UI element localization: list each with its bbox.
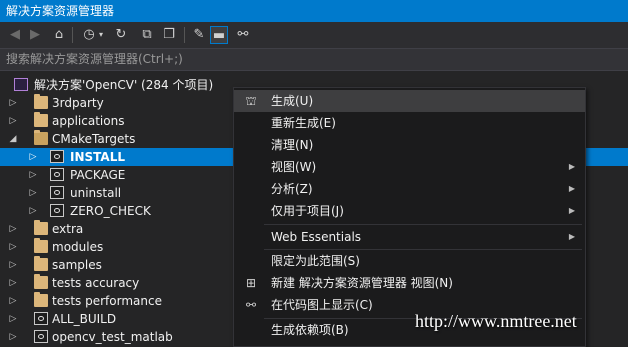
menu-item-label: Web Essentials (271, 230, 362, 244)
preview-icon[interactable]: ▬ (210, 26, 228, 44)
expand-arrow-icon[interactable]: ▷ (8, 94, 18, 112)
menu-item-rebuild[interactable]: 重新生成(E) (234, 112, 585, 134)
expand-arrow-icon[interactable]: ▷ (28, 148, 38, 166)
menu-item-label: 重新生成(E) (271, 116, 336, 130)
folder-icon (34, 94, 48, 109)
expand-arrow-icon[interactable]: ▷ (8, 310, 18, 328)
menu-item-clean[interactable]: 清理(N) (234, 134, 585, 156)
tree-item-label: tests accuracy (52, 276, 140, 290)
dropdown-icon[interactable]: ▾ (96, 26, 106, 44)
expand-arrow-icon[interactable]: ▷ (8, 292, 18, 310)
expand-arrow-icon[interactable]: ▷ (8, 238, 18, 256)
submenu-arrow-icon: ▶ (568, 232, 575, 241)
menu-item-label: 仅用于项目(J) (271, 204, 344, 218)
project-icon (34, 312, 48, 325)
tree-item-label: tests performance (52, 294, 162, 308)
menu-item-view[interactable]: 视图(W) ▶ (234, 156, 585, 178)
collapse-arrow-icon[interactable]: ◢ (8, 130, 18, 148)
tree-item-label: applications (52, 114, 125, 128)
code-map-icon: ⚯ (245, 298, 257, 312)
menu-item-label: 生成依赖项(B) (271, 323, 349, 337)
menu-item-new-view[interactable]: ⊞ 新建 解决方案资源管理器 视图(N) (234, 272, 585, 294)
tree-item-label: ZERO_CHECK (70, 204, 151, 218)
expand-arrow-icon[interactable]: ▷ (8, 328, 18, 346)
expand-arrow-icon[interactable]: ▷ (28, 202, 38, 220)
properties-icon[interactable]: ✎ (190, 26, 208, 44)
solution-label: 解决方案'OpenCV' (284 个项目) (34, 78, 214, 92)
expand-arrow-icon[interactable]: ▷ (28, 184, 38, 202)
tree-item-label: INSTALL (70, 150, 125, 164)
folder-icon (34, 238, 48, 253)
class-view-icon[interactable]: ⚯ (234, 26, 252, 44)
build-icon: ⛫ (245, 94, 257, 108)
home-icon[interactable]: ⌂ (50, 26, 68, 44)
menu-item-label: 在代码图上显示(C) (271, 298, 373, 312)
expand-arrow-icon[interactable]: ▷ (8, 256, 18, 274)
project-icon (50, 168, 64, 181)
folder-icon (34, 112, 48, 127)
submenu-arrow-icon: ▶ (568, 184, 575, 193)
tree-item-label: opencv_test_matlab (52, 330, 173, 344)
toolbar-separator (72, 27, 73, 43)
submenu-arrow-icon: ▶ (568, 162, 575, 171)
back-icon[interactable]: ◀ (6, 26, 24, 44)
folder-icon (34, 256, 48, 271)
show-all-files-icon[interactable]: ❐ (160, 26, 178, 44)
menu-item-label: 限定为此范围(S) (271, 254, 360, 268)
menu-item-build[interactable]: ⛫ 生成(U) (234, 90, 585, 112)
tree-item-label: 3rdparty (52, 96, 104, 110)
tree-item-label: ALL_BUILD (52, 312, 117, 326)
tree-item-label: uninstall (70, 186, 122, 200)
expand-arrow-icon[interactable]: ▷ (8, 274, 18, 292)
project-icon (50, 186, 64, 199)
menu-item-label: 视图(W) (271, 160, 317, 174)
folder-icon (34, 220, 48, 235)
folder-open-icon (34, 130, 48, 145)
watermark: http://www.nmtree.net (415, 311, 577, 331)
submenu-arrow-icon: ▶ (568, 206, 575, 215)
project-icon (34, 330, 48, 343)
folder-icon (34, 274, 48, 289)
menu-item-label: 分析(Z) (271, 182, 313, 196)
menu-item-scope-to-this[interactable]: 限定为此范围(S) (234, 250, 585, 272)
tree-item-label: extra (52, 222, 84, 236)
menu-item-web-essentials[interactable]: Web Essentials ▶ (234, 226, 585, 248)
menu-item-project-only[interactable]: 仅用于项目(J) ▶ (234, 200, 585, 222)
window-title: 解决方案资源管理器 (0, 0, 628, 22)
search-input[interactable]: 搜索解决方案资源管理器(Ctrl+;) (0, 49, 628, 71)
menu-item-label: 清理(N) (271, 138, 314, 152)
context-menu: ⛫ 生成(U) 重新生成(E) 清理(N) 视图(W) ▶ 分析(Z) ▶ 仅用… (233, 87, 586, 347)
expand-arrow-icon[interactable]: ▷ (28, 166, 38, 184)
toolbar: ◀ ▶ ⌂ ◷ ▾ ↻ ⧉ ❐ ✎ ▬ ⚯ (0, 22, 628, 49)
project-icon (50, 150, 64, 163)
expand-arrow-icon[interactable]: ▷ (8, 112, 18, 130)
collapse-all-icon[interactable]: ⧉ (138, 26, 156, 44)
tree-item-label: modules (52, 240, 104, 254)
tree-item-label: PACKAGE (70, 168, 126, 182)
tree-item-label: CMakeTargets (52, 132, 136, 146)
toolbar-separator (184, 27, 185, 43)
new-view-icon: ⊞ (245, 276, 257, 290)
project-icon (50, 204, 64, 217)
refresh-icon[interactable]: ↻ (112, 26, 130, 44)
menu-separator (264, 224, 582, 225)
expand-arrow-icon[interactable]: ▷ (8, 220, 18, 238)
tree-item-label: samples (52, 258, 102, 272)
menu-item-label: 新建 解决方案资源管理器 视图(N) (271, 276, 453, 290)
menu-item-label: 生成(U) (271, 94, 314, 108)
menu-item-analyze[interactable]: 分析(Z) ▶ (234, 178, 585, 200)
folder-icon (34, 292, 48, 307)
solution-icon (14, 78, 28, 91)
forward-icon[interactable]: ▶ (26, 26, 44, 44)
